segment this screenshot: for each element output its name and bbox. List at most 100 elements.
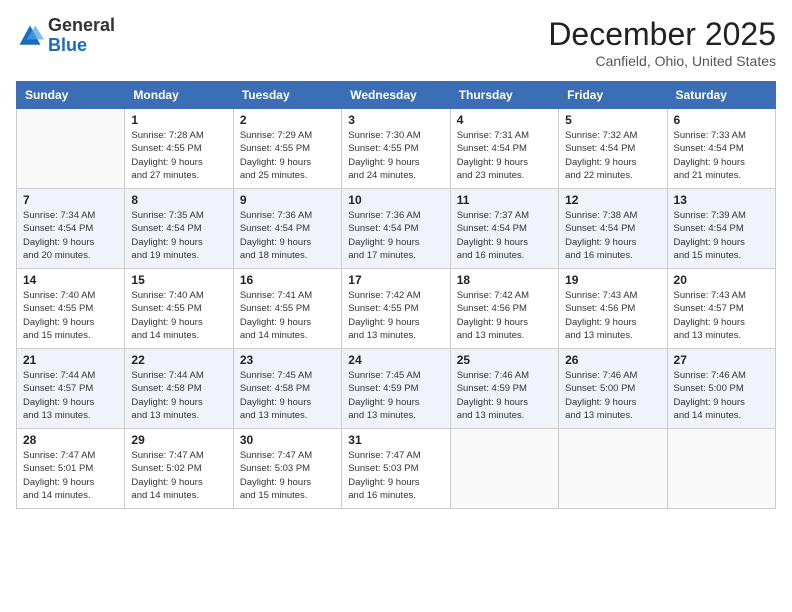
calendar-cell: 5Sunrise: 7:32 AM Sunset: 4:54 PM Daylig… (559, 109, 667, 189)
day-info: Sunrise: 7:44 AM Sunset: 4:57 PM Dayligh… (23, 369, 118, 422)
day-number: 4 (457, 113, 552, 127)
weekday-header-row: SundayMondayTuesdayWednesdayThursdayFrid… (17, 82, 776, 109)
calendar-cell: 23 Sunrise: 7:45 AM Sunset: 4:58 PM Dayli… (233, 349, 341, 429)
calendar-cell: 29 Sunrise: 7:47 AM Sunset: 5:02 PM Dayli… (125, 429, 233, 509)
weekday-header: Tuesday (233, 82, 341, 109)
weekday-header: Saturday (667, 82, 775, 109)
calendar-cell: 20 Sunrise: 7:43 AM Sunset: 4:57 PM Dayli… (667, 269, 775, 349)
day-number: 27 (674, 353, 769, 367)
day-number: 25 (457, 353, 552, 367)
calendar-cell: 2Sunrise: 7:29 AM Sunset: 4:55 PM Daylig… (233, 109, 341, 189)
calendar-cell: 17Sunrise: 7:42 AM Sunset: 4:55 PM Dayli… (342, 269, 450, 349)
calendar-cell: 6Sunrise: 7:33 AM Sunset: 4:54 PM Daylig… (667, 109, 775, 189)
calendar-cell: 1 Sunrise: 7:28 AM Sunset: 4:55 PM Daylig… (125, 109, 233, 189)
day-number: 3 (348, 113, 443, 127)
day-number: 29 (131, 433, 226, 447)
calendar-cell: 12Sunrise: 7:38 AM Sunset: 4:54 PM Dayli… (559, 189, 667, 269)
calendar-cell: 28 Sunrise: 7:47 AM Sunset: 5:01 PM Dayli… (17, 429, 125, 509)
day-info: Sunrise: 7:47 AM Sunset: 5:03 PM Dayligh… (348, 449, 443, 502)
day-number: 9 (240, 193, 335, 207)
day-info: Sunrise: 7:31 AM Sunset: 4:54 PM Dayligh… (457, 129, 552, 182)
calendar-cell: 31 Sunrise: 7:47 AM Sunset: 5:03 PM Dayli… (342, 429, 450, 509)
day-number: 20 (674, 273, 769, 287)
calendar-week-row: 1 Sunrise: 7:28 AM Sunset: 4:55 PM Daylig… (17, 109, 776, 189)
day-number: 16 (240, 273, 335, 287)
day-info: Sunrise: 7:42 AM Sunset: 4:56 PM Dayligh… (457, 289, 552, 342)
day-number: 17 (348, 273, 443, 287)
weekday-header: Sunday (17, 82, 125, 109)
day-info: Sunrise: 7:34 AM Sunset: 4:54 PM Dayligh… (23, 209, 118, 262)
day-info: Sunrise: 7:40 AM Sunset: 4:55 PM Dayligh… (23, 289, 118, 342)
calendar-cell: 27 Sunrise: 7:46 AM Sunset: 5:00 PM Dayli… (667, 349, 775, 429)
day-info: Sunrise: 7:38 AM Sunset: 4:54 PM Dayligh… (565, 209, 660, 262)
day-info: Sunrise: 7:43 AM Sunset: 4:56 PM Dayligh… (565, 289, 660, 342)
calendar-cell: 10 Sunrise: 7:36 AM Sunset: 4:54 PM Dayli… (342, 189, 450, 269)
page-header: General Blue December 2025 Canfield, Ohi… (16, 16, 776, 69)
day-info: Sunrise: 7:43 AM Sunset: 4:57 PM Dayligh… (674, 289, 769, 342)
weekday-header: Friday (559, 82, 667, 109)
calendar-cell: 16Sunrise: 7:41 AM Sunset: 4:55 PM Dayli… (233, 269, 341, 349)
day-number: 31 (348, 433, 443, 447)
calendar-cell: 13 Sunrise: 7:39 AM Sunset: 4:54 PM Dayli… (667, 189, 775, 269)
day-info: Sunrise: 7:36 AM Sunset: 4:54 PM Dayligh… (348, 209, 443, 262)
day-info: Sunrise: 7:46 AM Sunset: 5:00 PM Dayligh… (674, 369, 769, 422)
day-info: Sunrise: 7:35 AM Sunset: 4:54 PM Dayligh… (131, 209, 226, 262)
calendar-cell: 22Sunrise: 7:44 AM Sunset: 4:58 PM Dayli… (125, 349, 233, 429)
calendar-cell: 24 Sunrise: 7:45 AM Sunset: 4:59 PM Dayli… (342, 349, 450, 429)
weekday-header: Thursday (450, 82, 558, 109)
calendar-cell: 11Sunrise: 7:37 AM Sunset: 4:54 PM Dayli… (450, 189, 558, 269)
calendar-cell: 4 Sunrise: 7:31 AM Sunset: 4:54 PM Daylig… (450, 109, 558, 189)
calendar-cell: 30 Sunrise: 7:47 AM Sunset: 5:03 PM Dayli… (233, 429, 341, 509)
day-info: Sunrise: 7:40 AM Sunset: 4:55 PM Dayligh… (131, 289, 226, 342)
calendar-week-row: 28 Sunrise: 7:47 AM Sunset: 5:01 PM Dayli… (17, 429, 776, 509)
day-info: Sunrise: 7:28 AM Sunset: 4:55 PM Dayligh… (131, 129, 226, 182)
calendar-cell (450, 429, 558, 509)
day-info: Sunrise: 7:39 AM Sunset: 4:54 PM Dayligh… (674, 209, 769, 262)
day-info: Sunrise: 7:29 AM Sunset: 4:55 PM Dayligh… (240, 129, 335, 182)
day-number: 13 (674, 193, 769, 207)
calendar-cell: 15Sunrise: 7:40 AM Sunset: 4:55 PM Dayli… (125, 269, 233, 349)
calendar-week-row: 7 Sunrise: 7:34 AM Sunset: 4:54 PM Daylig… (17, 189, 776, 269)
calendar-cell: 7 Sunrise: 7:34 AM Sunset: 4:54 PM Daylig… (17, 189, 125, 269)
calendar-table: SundayMondayTuesdayWednesdayThursdayFrid… (16, 81, 776, 509)
calendar-week-row: 14 Sunrise: 7:40 AM Sunset: 4:55 PM Dayli… (17, 269, 776, 349)
logo: General Blue (16, 16, 115, 56)
calendar-cell: 25Sunrise: 7:46 AM Sunset: 4:59 PM Dayli… (450, 349, 558, 429)
calendar-cell (559, 429, 667, 509)
weekday-header: Wednesday (342, 82, 450, 109)
day-info: Sunrise: 7:46 AM Sunset: 5:00 PM Dayligh… (565, 369, 660, 422)
day-info: Sunrise: 7:47 AM Sunset: 5:02 PM Dayligh… (131, 449, 226, 502)
day-number: 23 (240, 353, 335, 367)
day-number: 19 (565, 273, 660, 287)
title-area: December 2025 Canfield, Ohio, United Sta… (548, 16, 776, 69)
calendar-cell: 3Sunrise: 7:30 AM Sunset: 4:55 PM Daylig… (342, 109, 450, 189)
day-number: 10 (348, 193, 443, 207)
day-number: 7 (23, 193, 118, 207)
day-info: Sunrise: 7:32 AM Sunset: 4:54 PM Dayligh… (565, 129, 660, 182)
calendar-cell: 14 Sunrise: 7:40 AM Sunset: 4:55 PM Dayli… (17, 269, 125, 349)
day-info: Sunrise: 7:45 AM Sunset: 4:58 PM Dayligh… (240, 369, 335, 422)
day-number: 24 (348, 353, 443, 367)
day-number: 1 (131, 113, 226, 127)
day-number: 26 (565, 353, 660, 367)
calendar-cell: 9 Sunrise: 7:36 AM Sunset: 4:54 PM Daylig… (233, 189, 341, 269)
day-number: 28 (23, 433, 118, 447)
weekday-header: Monday (125, 82, 233, 109)
day-info: Sunrise: 7:47 AM Sunset: 5:03 PM Dayligh… (240, 449, 335, 502)
day-number: 21 (23, 353, 118, 367)
calendar-cell: 18Sunrise: 7:42 AM Sunset: 4:56 PM Dayli… (450, 269, 558, 349)
day-info: Sunrise: 7:47 AM Sunset: 5:01 PM Dayligh… (23, 449, 118, 502)
calendar-cell: 8Sunrise: 7:35 AM Sunset: 4:54 PM Daylig… (125, 189, 233, 269)
day-number: 30 (240, 433, 335, 447)
calendar-cell: 26 Sunrise: 7:46 AM Sunset: 5:00 PM Dayli… (559, 349, 667, 429)
day-number: 14 (23, 273, 118, 287)
day-info: Sunrise: 7:45 AM Sunset: 4:59 PM Dayligh… (348, 369, 443, 422)
calendar-cell: 21 Sunrise: 7:44 AM Sunset: 4:57 PM Dayli… (17, 349, 125, 429)
calendar-week-row: 21 Sunrise: 7:44 AM Sunset: 4:57 PM Dayli… (17, 349, 776, 429)
day-info: Sunrise: 7:36 AM Sunset: 4:54 PM Dayligh… (240, 209, 335, 262)
calendar-cell: 19 Sunrise: 7:43 AM Sunset: 4:56 PM Dayli… (559, 269, 667, 349)
calendar-cell (667, 429, 775, 509)
calendar-cell (17, 109, 125, 189)
logo-blue-text: Blue (48, 35, 87, 55)
location-text: Canfield, Ohio, United States (548, 53, 776, 69)
